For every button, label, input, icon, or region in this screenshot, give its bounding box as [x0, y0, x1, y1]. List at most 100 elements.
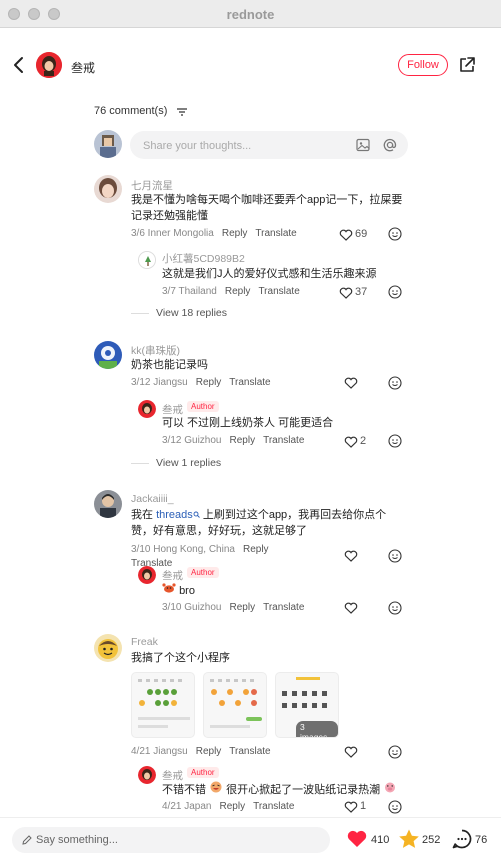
translate-button[interactable]: Translate	[253, 801, 294, 812]
comment-input-placeholder: Share your thoughts...	[143, 140, 252, 152]
reply-text: bro	[162, 582, 195, 599]
mention-icon[interactable]	[382, 137, 398, 153]
author-avatar[interactable]	[36, 52, 62, 78]
commenter-avatar[interactable]	[94, 341, 122, 369]
author-badge: Author	[187, 767, 219, 778]
comment-image[interactable]	[131, 672, 195, 738]
post-like-count: 410	[371, 834, 390, 846]
reply-button[interactable]: Reply	[196, 377, 222, 388]
comment-date-location: 4/21 Jiangsu	[131, 746, 188, 757]
comment-meta: 3/6 Inner Mongolia Reply Translate	[131, 228, 297, 239]
reply-button[interactable]: Reply	[243, 544, 269, 555]
heart-icon[interactable]	[344, 602, 358, 614]
commenter-avatar[interactable]	[94, 634, 122, 662]
replier-name[interactable]: 叁戒	[162, 568, 183, 583]
sticker-grid-icon	[210, 679, 262, 728]
author-avatar-icon	[36, 52, 62, 78]
my-avatar	[94, 130, 122, 158]
crab-emoji-icon	[162, 583, 176, 593]
say-something-input[interactable]: Say something...	[12, 827, 330, 853]
commenter-name[interactable]: Freak	[131, 636, 158, 648]
heart-icon[interactable]	[344, 436, 358, 448]
comment-meta: 4/21 Jiangsu Reply Translate	[131, 746, 271, 757]
translate-button[interactable]: Translate	[263, 602, 304, 613]
commenter-name[interactable]: 七月流星	[131, 178, 173, 193]
translate-button[interactable]: Translate	[229, 746, 270, 757]
author-avatar-icon	[138, 566, 156, 584]
replier-name[interactable]: 小红薯5CD989B2	[162, 251, 245, 266]
author-reply-avatar[interactable]	[138, 766, 156, 784]
comment-meta: 3/10 Hong Kong, China Reply Translate	[131, 543, 331, 571]
commenter-avatar-icon	[94, 634, 122, 662]
emoji-react-icon[interactable]	[388, 376, 402, 390]
reply-button[interactable]: Reply	[196, 746, 222, 757]
translate-button[interactable]: Translate	[229, 377, 270, 388]
search-link-icon	[193, 511, 200, 518]
comment-image[interactable]	[203, 672, 267, 738]
author-avatar-icon	[138, 400, 156, 418]
sort-icon[interactable]	[177, 108, 187, 116]
reply-text: 可以 不过刚上线奶茶人 可能更适合	[162, 417, 334, 429]
replier-avatar-icon	[139, 252, 155, 268]
author-name[interactable]: 叁戒	[71, 59, 95, 76]
comment-text: 我是不懂为啥每天喝个咖啡还要弄个app记一下，拉屎要记录还勉强能懂	[131, 194, 403, 222]
heart-icon[interactable]	[344, 746, 358, 758]
comment-image[interactable]: 3 images	[275, 672, 339, 738]
translate-button[interactable]: Translate	[258, 286, 299, 297]
share-icon[interactable]	[458, 56, 476, 74]
comment-text-part: 我在	[131, 509, 157, 521]
commenter-name[interactable]: Jackaiiii_	[131, 493, 174, 505]
like-count: 69	[355, 228, 368, 240]
reply-button[interactable]: Reply	[222, 228, 248, 239]
image-icon[interactable]	[355, 137, 371, 153]
emoji-react-icon[interactable]	[388, 285, 402, 299]
emoji-react-icon[interactable]	[388, 745, 402, 759]
reply-button[interactable]: Reply	[230, 435, 256, 446]
comment-count: 76 comment(s)	[94, 105, 168, 117]
my-avatar-icon	[94, 130, 122, 158]
translate-button[interactable]: Translate	[263, 435, 304, 446]
view-replies-link[interactable]: View 18 replies	[156, 307, 227, 319]
reply-button[interactable]: Reply	[230, 602, 256, 613]
emoji-react-icon[interactable]	[388, 227, 402, 241]
emoji-react-icon[interactable]	[388, 800, 402, 814]
follow-button[interactable]: Follow	[398, 54, 448, 76]
heart-icon[interactable]	[339, 287, 353, 299]
author-badge: Author	[187, 567, 219, 578]
emoji-react-icon[interactable]	[388, 434, 402, 448]
translate-button[interactable]: Translate	[255, 228, 296, 239]
reply-button[interactable]: Reply	[225, 286, 251, 297]
author-reply-avatar[interactable]	[138, 400, 156, 418]
reply-button[interactable]: Reply	[220, 801, 246, 812]
reply-text: 不错不错 很开心掀起了一波贴纸记录热潮	[162, 781, 402, 798]
reply-text-part: 很开心掀起了一波贴纸记录热潮	[226, 784, 381, 796]
comment-date-location: 3/10 Hong Kong, China	[131, 544, 235, 555]
post-comment-count: 76	[475, 834, 488, 846]
commenter-name[interactable]: kk(串珠版)	[131, 343, 180, 358]
star-filled-icon[interactable]	[398, 828, 420, 850]
comment-text: 奶茶也能记录吗	[131, 359, 208, 371]
emoji-react-icon[interactable]	[388, 549, 402, 563]
input-icons	[355, 137, 398, 156]
heart-icon[interactable]	[344, 801, 358, 813]
view-replies-link[interactable]: View 1 replies	[156, 457, 221, 469]
heart-icon[interactable]	[344, 377, 358, 389]
back-arrow-icon[interactable]	[12, 56, 26, 74]
commenter-avatar[interactable]	[94, 490, 122, 518]
reply-meta: 3/7 Thailand Reply Translate	[162, 286, 300, 297]
reply-date-location: 3/10 Guizhou	[162, 602, 222, 613]
commenter-avatar[interactable]	[94, 175, 122, 203]
replier-avatar[interactable]	[138, 251, 156, 269]
reply-meta: 3/10 Guizhou Reply Translate	[162, 602, 304, 613]
heart-filled-icon[interactable]	[346, 829, 368, 849]
like-count: 2	[360, 435, 367, 447]
post-collect-count: 252	[422, 834, 441, 846]
comment-bubble-icon[interactable]	[451, 828, 473, 850]
heart-icon[interactable]	[344, 550, 358, 562]
heart-icon[interactable]	[339, 229, 353, 241]
threads-link[interactable]: threads	[156, 509, 193, 521]
comment-input[interactable]: Share your thoughts...	[130, 131, 408, 159]
author-reply-avatar[interactable]	[138, 566, 156, 584]
emoji-react-icon[interactable]	[388, 601, 402, 615]
comment-text: 我搞了个这个小程序	[131, 652, 230, 664]
